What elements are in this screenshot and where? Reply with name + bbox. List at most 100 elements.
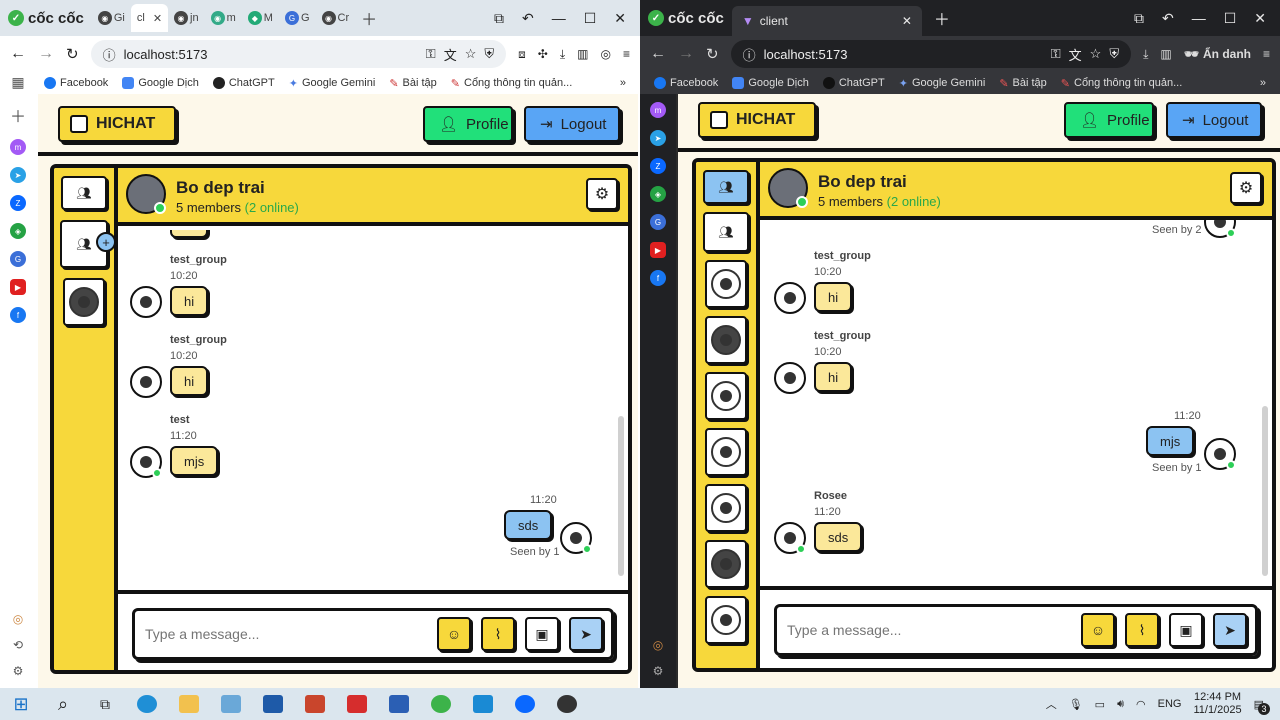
tab-github-3[interactable]: ◉ m [205, 4, 242, 32]
bookmark-cong-thong-tin[interactable]: ✎ Cổng thông tin quản... [451, 77, 572, 90]
profile-button[interactable]: 👤︎ Profile [1064, 102, 1154, 138]
taskbar-store[interactable] [252, 688, 294, 720]
tab-mongodb[interactable]: ◆ M [242, 4, 279, 32]
address-bar[interactable]: ⓘ localhost:5173 ⚿ 文 ☆ ⛨ [730, 40, 1132, 68]
forward-icon[interactable]: → [678, 45, 694, 63]
facebook-icon[interactable]: f [10, 307, 26, 323]
new-tab-button[interactable]: ＋ [355, 4, 383, 32]
bookmark-facebook[interactable]: Facebook [654, 77, 718, 89]
apps-icon[interactable]: ▦ [11, 74, 24, 91]
translate-icon[interactable]: G [650, 214, 666, 230]
avatar[interactable] [130, 366, 162, 398]
logout-button[interactable]: ⇥ Logout [1166, 102, 1262, 138]
attach-button[interactable]: ⌇ [1125, 613, 1159, 647]
taskbar-word[interactable] [378, 688, 420, 720]
scrollbar[interactable] [618, 416, 624, 576]
minimize-icon[interactable]: — [552, 10, 566, 27]
volume-icon[interactable]: 🔊︎ [1117, 698, 1124, 711]
back-icon[interactable]: ← [10, 45, 26, 63]
shield-icon[interactable]: ⛨ [484, 46, 494, 62]
menu-icon[interactable]: ≡ [623, 47, 630, 61]
tab-search-icon[interactable]: ⧉ [1134, 10, 1144, 27]
battery-icon[interactable]: ▭ [1095, 698, 1105, 711]
group-settings-button[interactable]: ⚙ [586, 178, 618, 210]
bookmark-gemini[interactable]: ✦ Google Gemini [289, 77, 376, 90]
sidebar-icon[interactable]: ▥ [1160, 47, 1171, 61]
image-button[interactable]: ▣ [1169, 613, 1203, 647]
bookmark-facebook[interactable]: Facebook [44, 77, 108, 89]
zalo-icon[interactable]: Z [10, 195, 26, 211]
translate-icon[interactable]: 文 [1069, 45, 1082, 64]
messenger-icon[interactable]: m [650, 102, 666, 118]
telegram-icon[interactable]: ➤ [10, 167, 26, 183]
game-icon[interactable]: ◈ [650, 186, 666, 202]
tab-github-2[interactable]: ◉ jn [168, 4, 205, 32]
emoji-button[interactable]: ☺ [437, 617, 471, 651]
minimize-icon[interactable]: — [1192, 10, 1206, 27]
telegram-icon[interactable]: ➤ [650, 130, 666, 146]
conversation-item[interactable] [705, 540, 747, 588]
avatar[interactable] [130, 446, 162, 478]
maximize-icon[interactable]: ☐ [584, 10, 597, 27]
reload-icon[interactable]: ↻ [66, 45, 79, 63]
site-info-icon[interactable]: ⓘ [103, 45, 116, 64]
avatar[interactable] [130, 286, 162, 318]
bookmark-bai-tap[interactable]: ✎ Bài tập [999, 77, 1046, 90]
create-group-button[interactable]: 👥︎ + [60, 220, 116, 268]
hichat-logo[interactable]: HICHAT [698, 102, 816, 138]
sidebar-icon[interactable]: ▥ [577, 47, 588, 61]
send-button[interactable]: ➤ [1213, 613, 1247, 647]
game-icon[interactable]: ◈ [10, 223, 26, 239]
site-info-icon[interactable]: ⓘ [743, 45, 756, 64]
incognito-badge[interactable]: 🕶︎ Ẩn danh [1184, 47, 1251, 61]
tab-search-icon[interactable]: ⧉ [494, 10, 504, 27]
notification-icon[interactable]: ▤3 [1254, 698, 1270, 715]
avatar[interactable] [774, 282, 806, 314]
close-window-icon[interactable]: ✕ [1254, 10, 1266, 27]
language-indicator[interactable]: ENG [1158, 698, 1182, 710]
coccoc-icon[interactable]: ◎ [653, 638, 663, 652]
bookmark-google-dich[interactable]: Google Dịch [122, 77, 199, 89]
friends-button[interactable]: 👥︎ [61, 176, 107, 210]
tab-github[interactable]: ◉ Gi [92, 4, 131, 32]
taskbar-edge[interactable] [126, 688, 168, 720]
own-avatar[interactable] [1204, 438, 1236, 470]
facebook-icon[interactable]: f [650, 270, 666, 286]
logout-button[interactable]: ⇥ Logout [524, 106, 620, 142]
tab-client-active[interactable]: ▼ client ✕ [731, 6, 922, 36]
conversation-item[interactable] [705, 428, 747, 476]
add-icon[interactable]: ＋ [10, 103, 26, 127]
conversation-item[interactable] [705, 260, 747, 308]
key-icon[interactable]: ⚿ [1051, 46, 1061, 62]
download-icon[interactable]: ⤓ [560, 47, 565, 62]
bookmarks-more-button[interactable]: » [620, 77, 626, 89]
taskbar-coccoc[interactable] [420, 688, 462, 720]
hichat-logo[interactable]: HICHAT [58, 106, 176, 142]
star-icon[interactable]: ☆ [1090, 46, 1102, 62]
search-button[interactable]: ⌕ [42, 688, 84, 720]
forward-icon[interactable]: → [38, 45, 54, 63]
group-settings-button[interactable]: ⚙ [1230, 172, 1262, 204]
task-view-button[interactable]: ⧉ [84, 688, 126, 720]
own-avatar[interactable] [1204, 220, 1236, 238]
shield-icon[interactable]: ⛨ [1109, 46, 1119, 62]
settings-icon[interactable]: ⚙ [13, 664, 24, 678]
bookmark-chatgpt[interactable]: ChatGPT [212, 77, 275, 89]
address-bar[interactable]: ⓘ localhost:5173 ⚿ 文 ☆ ⛨ [90, 40, 507, 68]
bookmark-chatgpt[interactable]: ChatGPT [822, 77, 885, 89]
bookmark-cong-thong-tin[interactable]: ✎ Cổng thông tin quản... [1061, 77, 1182, 90]
conversation-item[interactable] [705, 372, 747, 420]
puzzle-icon[interactable]: ✣ [538, 47, 548, 61]
bookmark-gemini[interactable]: ✦ Google Gemini [899, 77, 986, 90]
friends-button[interactable]: 👥︎ [703, 170, 749, 204]
bookmarks-more-button[interactable]: » [1260, 77, 1266, 89]
youtube-icon[interactable]: ▶ [650, 242, 666, 258]
translate-icon[interactable]: 文 [444, 45, 457, 64]
taskbar-explorer[interactable] [168, 688, 210, 720]
mic-icon[interactable]: 🎙︎ [1069, 698, 1083, 711]
youtube-icon[interactable]: ▶ [10, 279, 26, 295]
close-icon[interactable]: ✕ [153, 12, 162, 25]
create-group-button[interactable]: 👥︎ [703, 212, 749, 252]
scrollbar[interactable] [1262, 406, 1268, 576]
avatar[interactable] [774, 522, 806, 554]
